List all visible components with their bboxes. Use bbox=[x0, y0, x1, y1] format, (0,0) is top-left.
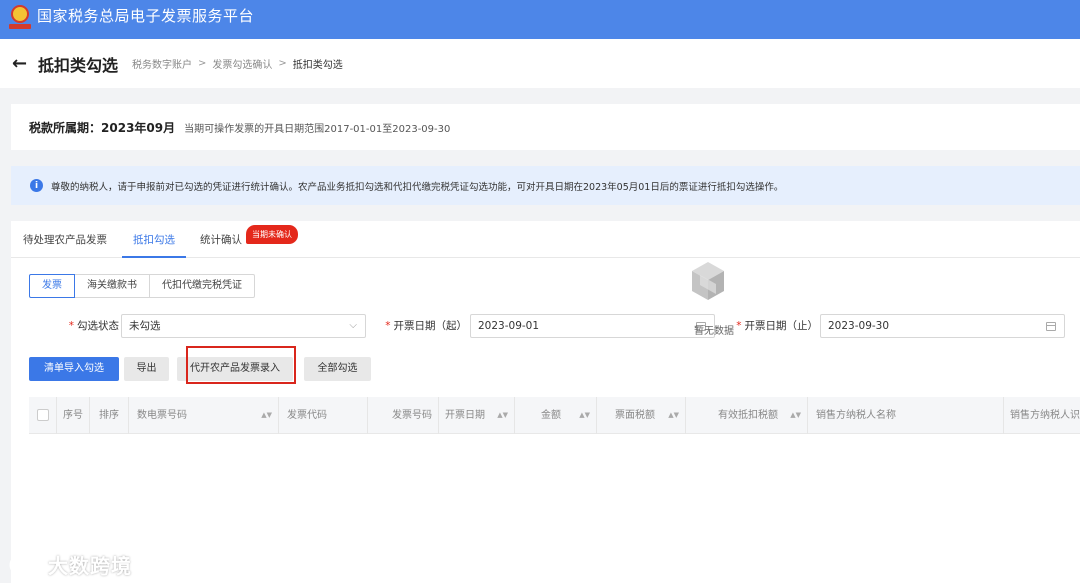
segment-invoice[interactable]: 发票 bbox=[29, 274, 75, 298]
sort-icon: ▲▼ bbox=[668, 411, 679, 419]
column-header-sortable[interactable]: 开票日期 ▲▼ bbox=[439, 397, 515, 434]
status-select-value: 未勾选 bbox=[129, 320, 161, 332]
page-header: ← 抵扣类勾选 税务数字账户 > 发票勾选确认 > 抵扣类勾选 bbox=[0, 39, 1080, 88]
column-header-sortable[interactable]: 数电票号码 ▲▼ bbox=[129, 397, 279, 434]
empty-box-icon bbox=[692, 262, 724, 300]
table-body bbox=[29, 434, 1080, 583]
date-start-picker[interactable]: 2023-09-01 bbox=[470, 314, 715, 338]
watermark-logo-icon bbox=[9, 553, 45, 576]
column-header: 销售方纳税人识 bbox=[1010, 410, 1080, 421]
watermark: 大数跨境 bbox=[8, 549, 132, 579]
tax-period-label: 税款所属期： bbox=[29, 120, 102, 135]
column-header: 序号 bbox=[57, 397, 90, 434]
segment-withholding-certificate[interactable]: 代扣代缴完税凭证 bbox=[149, 274, 255, 298]
tab-bar: 待处理农产品发票 抵扣勾选 统计确认 当期未确认 bbox=[11, 221, 1080, 258]
calendar-icon bbox=[1046, 322, 1056, 331]
empty-text: 暂无数据 bbox=[694, 326, 734, 337]
date-end-label: * 开票日期（止） bbox=[736, 320, 818, 332]
column-header: 销售方纳税人名称 bbox=[808, 397, 1004, 434]
segment-customs-payment[interactable]: 海关缴款书 bbox=[74, 274, 150, 298]
status-filter-label: * 勾选状态 bbox=[68, 320, 119, 332]
notice-text: 尊敬的纳税人，请于申报前对已勾选的凭证进行统计确认。农产品业务抵扣勾选和代扣代缴… bbox=[51, 181, 784, 193]
export-button[interactable]: 导出 bbox=[124, 357, 169, 381]
unconfirmed-badge: 当期未确认 bbox=[246, 225, 298, 244]
sort-icon: ▲▼ bbox=[579, 411, 590, 419]
select-all-checkbox[interactable] bbox=[37, 409, 49, 421]
main-panel: 待处理农产品发票 抵扣勾选 统计确认 当期未确认 发票 海关缴款书 代扣代缴完税… bbox=[11, 221, 1080, 583]
tax-period-range: 当期可操作发票的开具日期范围2017-01-01至2023-09-30 bbox=[184, 123, 451, 135]
table-header: 序号 排序 数电票号码 ▲▼ 发票代码 发票号码 开票日期 ▲▼ 金额 ▲▼ 票面税额… bbox=[29, 397, 1080, 434]
sort-icon: ▲▼ bbox=[497, 411, 508, 419]
top-header: 国家税务总局电子发票服务平台 bbox=[0, 0, 1080, 39]
date-start-label: * 开票日期（起） bbox=[385, 320, 467, 332]
sort-icon: ▲▼ bbox=[261, 411, 272, 419]
breadcrumb-item-invoice-confirm[interactable]: 发票勾选确认 bbox=[212, 56, 272, 71]
breadcrumb: 税务数字账户 > 发票勾选确认 > 抵扣类勾选 bbox=[132, 56, 343, 71]
header-checkbox-cell bbox=[29, 397, 57, 434]
tab-deduction-select[interactable]: 抵扣勾选 bbox=[122, 221, 186, 258]
column-header-sortable[interactable]: 金额 ▲▼ bbox=[515, 397, 597, 434]
breadcrumb-item-current: 抵扣类勾选 bbox=[292, 60, 343, 71]
breadcrumb-separator: > bbox=[278, 58, 287, 69]
status-select[interactable]: 未勾选 ⌵ bbox=[121, 314, 366, 338]
national-tax-emblem-icon bbox=[9, 4, 31, 31]
column-header: 发票号码 bbox=[368, 397, 439, 434]
import-select-button[interactable]: 清单导入勾选 bbox=[29, 357, 119, 381]
breadcrumb-separator: > bbox=[198, 58, 207, 69]
chevron-down-icon: ⌵ bbox=[349, 320, 357, 331]
column-header: 排序 bbox=[90, 397, 129, 434]
column-header-sortable[interactable]: 有效抵扣税额 ▲▼ bbox=[686, 397, 808, 434]
tax-period-value: 2023年09月 bbox=[101, 120, 176, 135]
tab-statistics-confirm[interactable]: 统计确认 bbox=[200, 221, 242, 258]
platform-title: 国家税务总局电子发票服务平台 bbox=[37, 7, 255, 25]
voucher-type-segment: 发票 海关缴款书 代扣代缴完税凭证 bbox=[29, 274, 255, 298]
notice-banner: i 尊敬的纳税人，请于申报前对已勾选的凭证进行统计确认。农产品业务抵扣勾选和代扣… bbox=[11, 166, 1080, 205]
date-end-value: 2023-09-30 bbox=[828, 320, 890, 332]
date-start-value: 2023-09-01 bbox=[478, 320, 540, 332]
sort-icon: ▲▼ bbox=[790, 411, 801, 419]
arrow-left-icon[interactable]: ← bbox=[12, 53, 30, 74]
agri-invoice-entry-button[interactable]: 代开农产品发票录入 bbox=[177, 357, 293, 381]
column-header: 发票代码 bbox=[279, 397, 368, 434]
tax-period-bar: 税款所属期： 2023年09月 当期可操作发票的开具日期范围2017-01-01… bbox=[11, 104, 1080, 150]
breadcrumb-item-tax-account[interactable]: 税务数字账户 bbox=[132, 56, 192, 71]
info-icon: i bbox=[30, 179, 43, 192]
watermark-text: 大数跨境 bbox=[48, 553, 132, 578]
select-all-button[interactable]: 全部勾选 bbox=[304, 357, 371, 381]
tab-pending-agri-invoices[interactable]: 待处理农产品发票 bbox=[23, 221, 107, 258]
page-title: 抵扣类勾选 bbox=[38, 55, 119, 75]
date-end-picker[interactable]: 2023-09-30 bbox=[820, 314, 1065, 338]
column-header-sortable[interactable]: 票面税额 ▲▼ bbox=[597, 397, 686, 434]
